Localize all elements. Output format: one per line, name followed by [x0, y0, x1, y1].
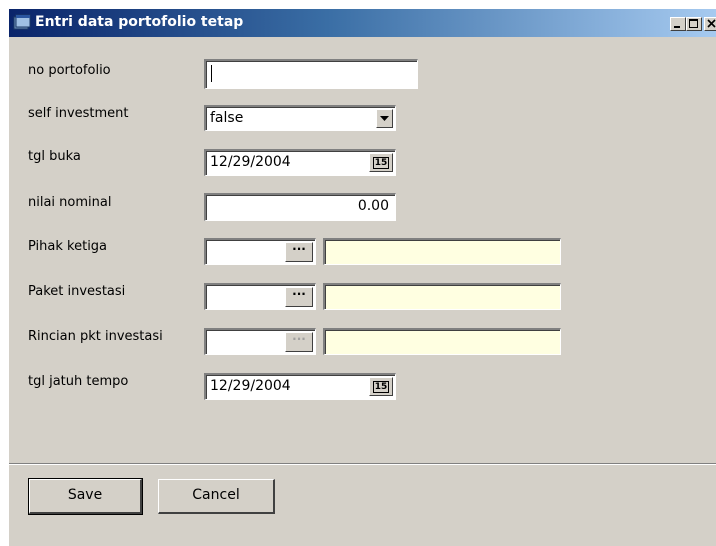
pihak-ketiga-label: Pihak ketiga: [28, 239, 108, 254]
calendar-button[interactable]: 15: [369, 153, 393, 172]
calendar-icon: 15: [372, 381, 390, 393]
calendar-button[interactable]: 15: [369, 377, 393, 396]
rincian-pkt-investasi-name-field: [323, 328, 561, 355]
dropdown-button[interactable]: [376, 109, 393, 128]
no-portofolio-input[interactable]: [204, 59, 418, 89]
ellipsis-icon: ···: [292, 332, 306, 346]
pihak-ketiga-code-input[interactable]: ···: [204, 238, 316, 265]
nilai-nominal-label: nilai nominal: [28, 195, 112, 210]
text-cursor: [211, 65, 212, 82]
calendar-icon: 15: [372, 157, 390, 169]
ellipsis-icon: ···: [292, 287, 306, 301]
nilai-nominal-input[interactable]: 0.00: [204, 193, 396, 221]
tgl-buka-date-field[interactable]: 12/29/2004 15: [204, 149, 396, 176]
paket-investasi-name-field: [323, 283, 561, 310]
minimize-button[interactable]: [670, 17, 686, 31]
ellipsis-icon: ···: [292, 242, 306, 256]
close-icon: [707, 19, 716, 28]
self-investment-label: self investment: [28, 106, 129, 121]
tgl-buka-label: tgl buka: [28, 149, 81, 164]
window-title: Entri data portofolio tetap: [35, 14, 244, 30]
tgl-jatuh-tempo-date-field[interactable]: 12/29/2004 15: [204, 373, 396, 400]
footer-divider: [9, 463, 716, 465]
chevron-down-icon: [380, 116, 389, 121]
tgl-jatuh-tempo-label: tgl jatuh tempo: [28, 374, 129, 389]
no-portofolio-label: no portofolio: [28, 63, 111, 78]
title-bar[interactable]: Entri data portofolio tetap: [9, 9, 716, 37]
rincian-pkt-investasi-label: Rincian pkt investasi: [28, 329, 163, 344]
self-investment-value: false: [210, 110, 244, 126]
paket-investasi-lookup-button[interactable]: ···: [285, 287, 313, 307]
dialog-window: Entri data portofolio tetap no portofoli…: [9, 9, 716, 546]
paket-investasi-label: Paket investasi: [28, 284, 126, 299]
pihak-ketiga-lookup-button[interactable]: ···: [285, 242, 313, 262]
close-button[interactable]: [704, 17, 716, 31]
maximize-button[interactable]: [686, 17, 702, 31]
pihak-ketiga-name-field: [323, 238, 561, 265]
cancel-button[interactable]: Cancel: [158, 479, 275, 514]
tgl-buka-value: 12/29/2004: [210, 154, 291, 170]
rincian-pkt-investasi-lookup-button[interactable]: ···: [285, 332, 313, 352]
nilai-nominal-value: 0.00: [357, 198, 389, 214]
tgl-jatuh-tempo-value: 12/29/2004: [210, 378, 291, 394]
paket-investasi-code-input[interactable]: ···: [204, 283, 316, 310]
rincian-pkt-investasi-code-input[interactable]: ···: [204, 328, 316, 355]
minimize-icon: [674, 26, 680, 28]
self-investment-select[interactable]: false: [204, 105, 396, 131]
maximize-icon: [689, 19, 698, 28]
app-window-icon: [13, 14, 31, 30]
save-button[interactable]: Save: [28, 478, 143, 515]
